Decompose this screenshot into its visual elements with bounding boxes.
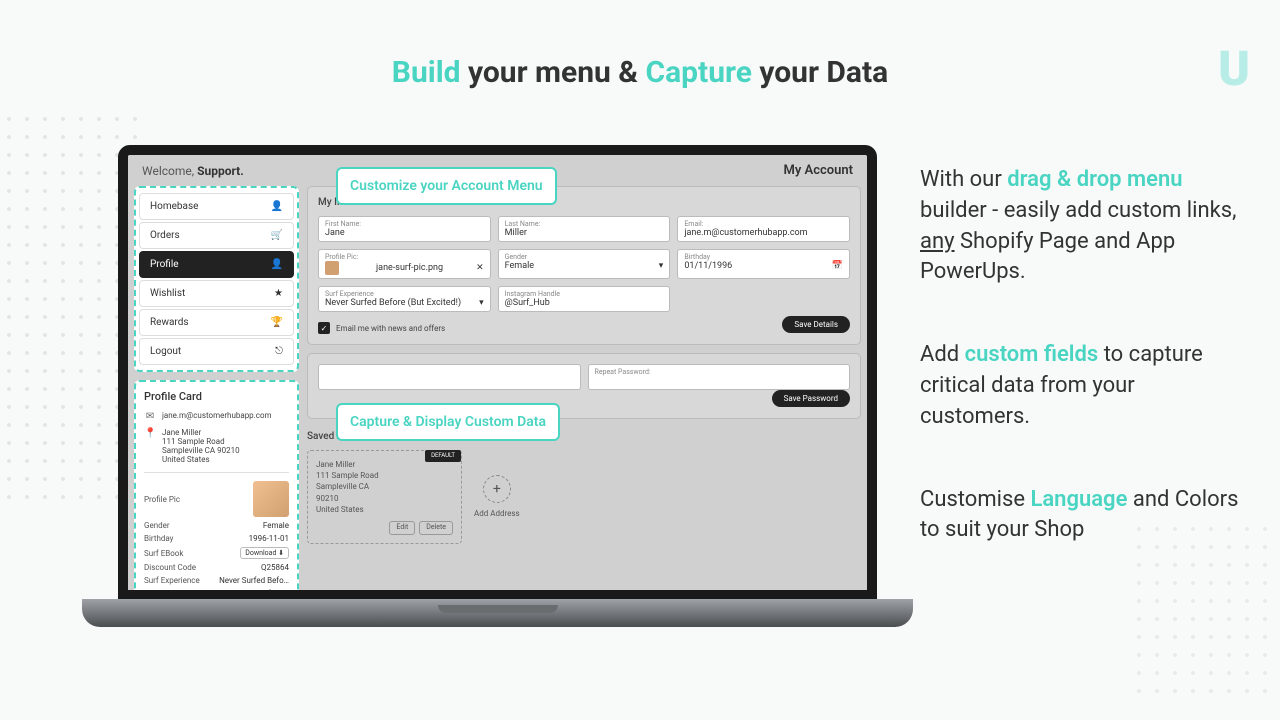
- surf-experience-field[interactable]: Surf ExperienceNever Surfed Before (But …: [318, 286, 491, 312]
- add-address-button[interactable]: + Add Address: [474, 450, 520, 544]
- profile-field: Instagram Handle@Surf_Hub: [144, 589, 289, 598]
- menu-icon: 👤: [271, 259, 283, 270]
- email-field[interactable]: Email:jane.m@customerhubapp.com: [677, 216, 850, 242]
- my-information-section: My Information First Name:Jane Last Name…: [307, 186, 861, 345]
- callout-customize-menu: Customize your Account Menu: [336, 167, 557, 205]
- account-menu: Homebase👤Orders🛒Profile👤Wishlist★Rewards…: [134, 186, 299, 372]
- profile-card: Profile Card ✉jane.m@customerhubapp.com …: [134, 380, 299, 600]
- menu-icon: 🛒: [271, 230, 283, 241]
- page-headline: Build your menu & Capture your Data: [392, 55, 888, 90]
- first-name-field[interactable]: First Name:Jane: [318, 216, 491, 242]
- brand-logo: U: [1218, 40, 1250, 97]
- sidebar-item-rewards[interactable]: Rewards🏆: [139, 309, 294, 336]
- edit-address-button[interactable]: Edit: [389, 521, 415, 535]
- sidebar-item-orders[interactable]: Orders🛒: [139, 222, 294, 249]
- sidebar-item-logout[interactable]: Logout⎋: [139, 338, 294, 365]
- marketing-copy: With our drag & drop menu builder - easi…: [920, 165, 1250, 598]
- calendar-icon: 📅: [832, 261, 843, 271]
- sidebar-item-profile[interactable]: Profile👤: [139, 251, 294, 278]
- profile-thumbnail: [253, 481, 289, 517]
- profile-field: Surf EBookDownload ⬇: [144, 547, 289, 559]
- plus-icon: +: [483, 475, 511, 503]
- menu-icon: 👤: [271, 201, 283, 212]
- menu-icon: ⎋: [275, 346, 283, 357]
- password-field[interactable]: [318, 364, 581, 390]
- profile-card-title: Profile Card: [144, 390, 289, 403]
- save-password-button[interactable]: Save Password: [772, 390, 850, 407]
- chevron-down-icon: ▾: [479, 298, 484, 308]
- profile-field: Birthday1996-11-01: [144, 534, 289, 543]
- delete-address-button[interactable]: Delete: [419, 521, 453, 535]
- address-card: DEFAULT Jane Miller 111 Sample Road Samp…: [307, 450, 462, 544]
- profile-pic-field[interactable]: Profile Pic:jane-surf-pic.png✕: [318, 249, 491, 279]
- gender-field[interactable]: GenderFemale▾: [498, 249, 671, 279]
- page-title: My Account: [783, 163, 853, 178]
- chevron-down-icon: ▾: [659, 261, 664, 271]
- mail-icon: ✉: [144, 411, 156, 422]
- newsletter-checkbox[interactable]: ✓: [318, 322, 330, 334]
- map-pin-icon: 📍: [144, 428, 156, 439]
- callout-custom-data: Capture & Display Custom Data: [336, 403, 560, 441]
- profile-field: GenderFemale: [144, 521, 289, 530]
- default-badge: DEFAULT: [425, 450, 461, 462]
- profile-field: Surf ExperienceNever Surfed Befo…: [144, 576, 289, 585]
- last-name-field[interactable]: Last Name:Miller: [498, 216, 671, 242]
- welcome-text: Welcome, Support.: [142, 164, 244, 178]
- clear-icon[interactable]: ✕: [476, 263, 484, 273]
- repeat-password-field[interactable]: Repeat Password:: [588, 364, 851, 390]
- menu-icon: ★: [274, 288, 283, 299]
- download-button[interactable]: Download ⬇: [240, 547, 289, 559]
- menu-icon: 🏆: [271, 317, 283, 328]
- instagram-field[interactable]: Instagram Handle@Surf_Hub: [498, 286, 671, 312]
- saved-addresses-section: Saved Addresses DEFAULT Jane Miller 111 …: [307, 427, 861, 548]
- sidebar-item-wishlist[interactable]: Wishlist★: [139, 280, 294, 307]
- save-details-button[interactable]: Save Details: [782, 316, 850, 333]
- birthday-field[interactable]: Birthday01/11/1996📅: [677, 249, 850, 279]
- profile-field: Profile Pic: [144, 481, 289, 517]
- sidebar-item-homebase[interactable]: Homebase👤: [139, 193, 294, 220]
- profile-field: Discount CodeQ25864: [144, 563, 289, 572]
